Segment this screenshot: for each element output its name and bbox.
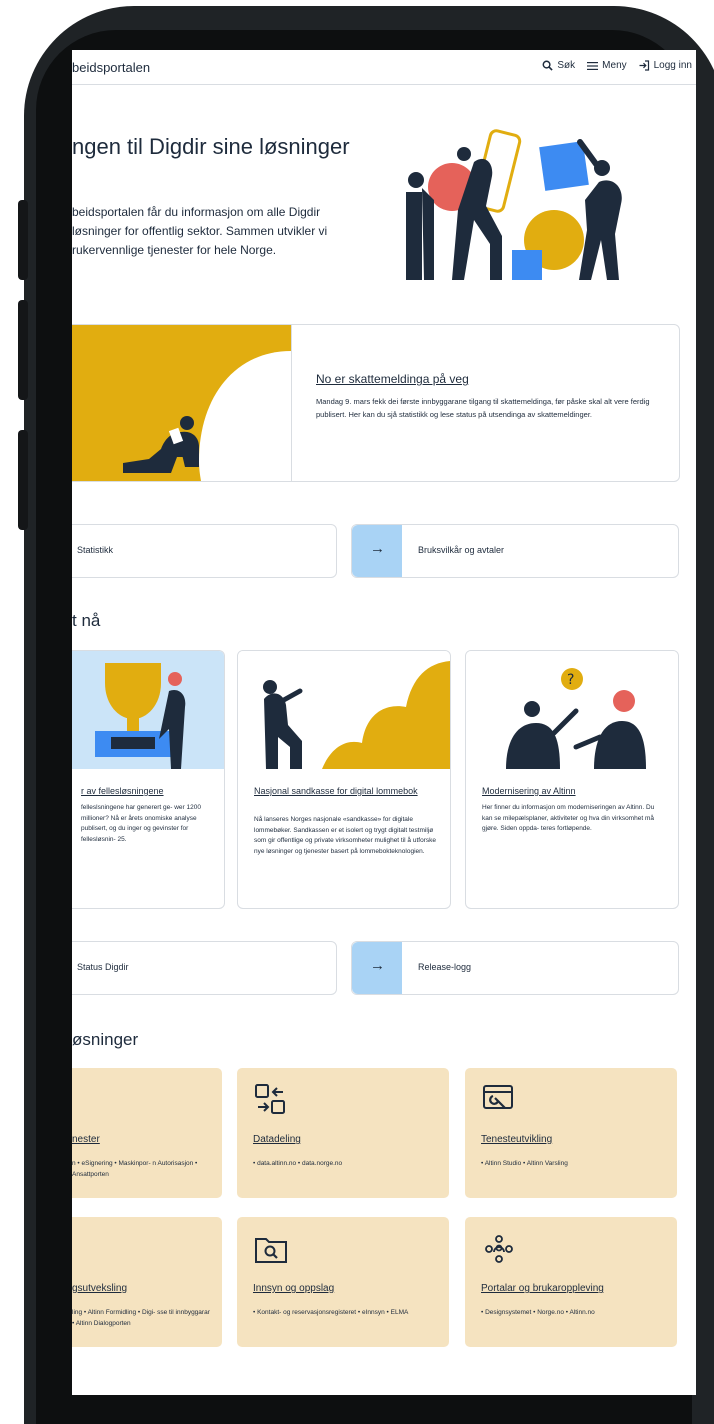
solution-card-desc: ling • Altinn Formidling • Digi- sse til… — [72, 1309, 210, 1327]
news-card-1[interactable]: r av fellesløsningene felleslsningene ha… — [72, 650, 225, 909]
news-card-3-title[interactable]: Modernisering av Altinn — [482, 785, 662, 797]
sandbox-illustration — [238, 651, 450, 769]
hamburger-icon — [587, 61, 599, 70]
solution-card-tenesteutvikling[interactable]: Tenesteutvikling • Altinn Studio • Altin… — [465, 1068, 677, 1198]
hero-illustration — [406, 129, 622, 280]
solution-card-title[interactable]: Innsyn og oppslag — [253, 1283, 334, 1294]
solution-card-meldingsutveksling[interactable]: gsutveksling ling • Altinn Formidling • … — [72, 1217, 222, 1347]
solution-card-portalar[interactable]: Portalar og brukaroppleving • Designsyst… — [465, 1217, 677, 1347]
menu-label: Meny — [602, 60, 627, 71]
link-status-digdir-label: Status Digdir — [77, 962, 129, 972]
news-card-2-text: Nå lanseres Norges nasjonale «sandkasse»… — [254, 816, 436, 855]
search-button[interactable]: Søk — [542, 60, 575, 71]
solution-card-title[interactable]: Tenesteutvikling — [481, 1134, 552, 1145]
solution-card-innsyn[interactable]: Innsyn og oppslag • Kontakt- og reservas… — [237, 1217, 449, 1347]
search-icon — [542, 60, 554, 71]
solution-card-datadeling[interactable]: Datadeling • data.altinn.no • data.norge… — [237, 1068, 449, 1198]
link-release-logg-label: Release-logg — [418, 962, 472, 972]
data-sharing-icon — [255, 1084, 285, 1114]
solution-card-title[interactable]: nester — [72, 1134, 100, 1145]
news-card-2[interactable]: Nasjonal sandkasse for digital lommebok … — [237, 650, 451, 909]
link-bruksvilkar-label: Bruksvilkår og avtaler — [418, 545, 505, 555]
login-icon — [639, 60, 649, 71]
arrow-cell: → — [352, 942, 402, 994]
news-section-heading: t nå — [72, 611, 101, 630]
user-experience-icon — [485, 1235, 513, 1263]
site-header: beidsportalen Søk Meny Logg inn — [72, 50, 696, 85]
solution-card-tjenester[interactable]: nester n • eSignering • Maskinpor- n Aut… — [72, 1068, 222, 1198]
solution-card-title[interactable]: Portalar og brukaroppleving — [481, 1283, 604, 1294]
news-card-3-text: Her finner du informasjon om moderniseri… — [482, 804, 655, 832]
solutions-section-heading: øsninger — [72, 1030, 139, 1049]
search-label: Søk — [557, 60, 576, 71]
arrow-right-icon: → — [370, 957, 385, 974]
featured-news-text: Mandag 9. mars fekk dei første innbyggar… — [316, 397, 650, 419]
solution-card-desc: • data.altinn.no • data.norge.no — [253, 1160, 343, 1167]
brand-name[interactable]: beidsportalen — [72, 60, 150, 75]
news-card-3[interactable]: ? Modernisering av Altinn Her finner du … — [465, 650, 679, 909]
svg-text:?: ? — [567, 672, 574, 688]
login-label: Logg inn — [653, 60, 692, 71]
arrow-cell: → — [352, 525, 402, 577]
phone-side-button — [18, 300, 28, 400]
news-card-2-title[interactable]: Nasjonal sandkasse for digital lommebok — [254, 785, 434, 797]
solution-card-desc: • Kontakt- og reservasjonsregisteret • e… — [253, 1309, 409, 1316]
link-statistikk[interactable]: Statistikk — [72, 524, 337, 578]
menu-button[interactable]: Meny — [587, 60, 627, 71]
service-development-icon — [483, 1085, 513, 1109]
solution-card-title[interactable]: Datadeling — [253, 1134, 301, 1145]
link-statistikk-label: Statistikk — [77, 545, 114, 555]
link-status-digdir[interactable]: Status Digdir — [72, 941, 337, 995]
modernization-illustration: ? — [466, 651, 678, 769]
link-bruksvilkar[interactable]: → Bruksvilkår og avtaler — [351, 524, 679, 578]
news-card-1-title[interactable]: r av fellesløsningene — [81, 785, 224, 797]
solution-card-desc: • Altinn Studio • Altinn Varsling — [481, 1160, 568, 1167]
screen: beidsportalen Søk Meny Logg inn ngen til… — [72, 50, 696, 1395]
solution-card-desc: • Designsystemet • Norge.no • Altinn.no — [481, 1309, 595, 1316]
hero-title: ngen til Digdir sine løsninger — [72, 134, 350, 159]
search-document-icon — [255, 1238, 287, 1263]
featured-news-illustration — [72, 325, 291, 481]
news-card-1-text: felleslsningene har generert ge- wer 120… — [81, 804, 201, 843]
login-button[interactable]: Logg inn — [639, 60, 692, 71]
header-nav: Søk Meny Logg inn — [542, 60, 692, 71]
featured-news-title[interactable]: No er skattemeldinga på veg — [316, 372, 469, 386]
solution-card-title[interactable]: gsutveksling — [72, 1283, 127, 1294]
link-release-logg[interactable]: → Release-logg — [351, 941, 679, 995]
arrow-right-icon: → — [370, 540, 385, 557]
solution-card-desc: n • eSignering • Maskinpor- n Autorisasj… — [72, 1160, 198, 1178]
trophy-illustration — [72, 651, 224, 769]
featured-news-divider — [291, 325, 292, 481]
phone-side-button — [18, 200, 28, 280]
hero-lead: beidsportalen får du informasjon om alle… — [72, 205, 328, 257]
phone-side-button — [18, 430, 28, 530]
